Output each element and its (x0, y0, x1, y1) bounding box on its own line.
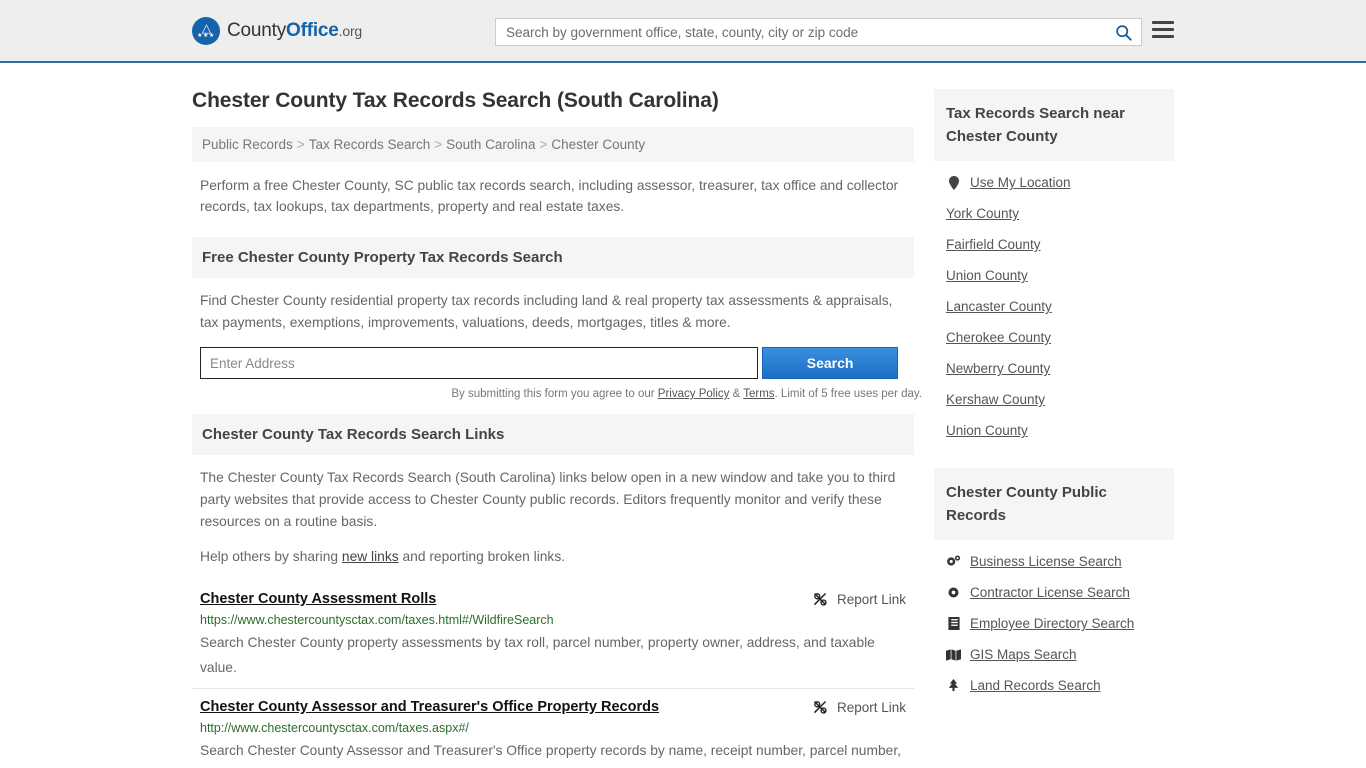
sidebar-link-label: Cherokee County (946, 330, 1052, 345)
gear-icon (946, 586, 961, 599)
sidebar-public-records-links: Business License Search Contractor Licen… (934, 540, 1174, 701)
result-url: http://www.chestercountysctax.com/taxes.… (200, 721, 469, 735)
breadcrumb-item-public-records[interactable]: Public Records (202, 137, 293, 152)
breadcrumb-separator: > (296, 137, 305, 152)
search-input[interactable] (496, 19, 1105, 45)
property-search-body: Find Chester County residential property… (192, 278, 922, 400)
intro-paragraph: Perform a free Chester County, SC public… (200, 178, 899, 214)
links-section-paragraph: The Chester County Tax Records Search (S… (200, 470, 896, 529)
breadcrumb-separator: > (434, 137, 443, 152)
sidebar-link-label: Contractor License Search (970, 585, 1130, 600)
report-link-label: Report Link (836, 592, 906, 607)
page-container: Chester County Tax Records Search (South… (0, 63, 1366, 768)
result-title-link[interactable]: Chester County Assessor and Treasurer's … (200, 699, 659, 715)
help-post: and reporting broken links. (398, 549, 566, 564)
breadcrumb-item-chester-county[interactable]: Chester County (551, 137, 645, 152)
terms-link[interactable]: Terms (743, 388, 774, 400)
result-title-link[interactable]: Chester County Assessment Rolls (200, 591, 436, 607)
sidebar-link-land-records-search[interactable]: Land Records Search (934, 670, 1174, 701)
address-search-form: Search (200, 347, 906, 379)
sidebar-link-label: Union County (946, 268, 1028, 283)
result-item: Chester County Assessment Rolls Report L… (192, 581, 914, 689)
sidebar-link-lancaster-county[interactable]: Lancaster County (934, 291, 1174, 322)
search-submit-button[interactable] (1105, 19, 1141, 45)
form-disclaimer: By submitting this form you agree to our… (200, 379, 922, 400)
result-description: Search Chester County Assessor and Treas… (200, 743, 901, 758)
report-link-button[interactable]: Report Link (813, 699, 906, 715)
map-icon (946, 648, 961, 661)
sidebar: Tax Records Search near Chester County U… (934, 63, 1174, 768)
hamburger-bar (1152, 28, 1174, 31)
address-search-button[interactable]: Search (762, 347, 898, 379)
hamburger-bar (1152, 21, 1174, 24)
links-section-heading: Chester County Tax Records Search Links (192, 414, 914, 455)
sidebar-link-use-my-location[interactable]: Use My Location (934, 167, 1174, 198)
sidebar-link-label: Union County (946, 423, 1028, 438)
new-links-link[interactable]: new links (342, 549, 399, 564)
gears-icon (946, 555, 961, 568)
breadcrumb-separator: > (539, 137, 548, 152)
logo-text-office: Office (286, 19, 339, 41)
links-section-body: The Chester County Tax Records Search (S… (192, 455, 914, 568)
hamburger-bar (1152, 35, 1174, 38)
breadcrumb: Public Records > Tax Records Search > South … (192, 127, 914, 162)
address-input[interactable] (200, 347, 759, 379)
header-search-bar[interactable] (495, 18, 1142, 46)
breadcrumb-item-tax-records-search[interactable]: Tax Records Search (309, 137, 431, 152)
privacy-policy-link[interactable]: Privacy Policy (658, 388, 730, 400)
help-pre: Help others by sharing (200, 549, 342, 564)
sidebar-link-union-county-2[interactable]: Union County (934, 415, 1174, 446)
sidebar-link-cherokee-county[interactable]: Cherokee County (934, 322, 1174, 353)
page-title: Chester County Tax Records Search (South… (192, 89, 719, 112)
logo-text: CountyOffice.org (227, 20, 362, 42)
sidebar-link-newberry-county[interactable]: Newberry County (934, 353, 1174, 384)
sidebar-link-gis-maps-search[interactable]: GIS Maps Search (934, 639, 1174, 670)
book-icon (946, 617, 961, 630)
sidebar-link-kershaw-county[interactable]: Kershaw County (934, 384, 1174, 415)
sidebar-link-label: Fairfield County (946, 237, 1041, 252)
broken-link-icon (814, 701, 827, 714)
sidebar-near-heading: Tax Records Search near Chester County (934, 89, 1174, 161)
result-url: https://www.chestercountysctax.com/taxes… (200, 613, 554, 627)
sidebar-link-contractor-license-search[interactable]: Contractor License Search (934, 577, 1174, 608)
sidebar-link-fairfield-county[interactable]: Fairfield County (934, 229, 1174, 260)
sidebar-link-label: Kershaw County (946, 392, 1046, 407)
disclaimer-amp: & (729, 388, 744, 400)
sidebar-link-label: York County (946, 206, 1020, 221)
sidebar-link-label: Use My Location (970, 175, 1071, 190)
links-section-help: Help others by sharing new links and rep… (200, 546, 906, 568)
report-link-button[interactable]: Report Link (813, 591, 906, 607)
sidebar-link-label: Business License Search (970, 554, 1122, 569)
hamburger-menu-icon[interactable] (1152, 21, 1174, 38)
sidebar-link-union-county[interactable]: Union County (934, 260, 1174, 291)
sidebar-link-business-license-search[interactable]: Business License Search (934, 546, 1174, 577)
disclaimer-pre: By submitting this form you agree to our (451, 388, 658, 400)
sidebar-link-employee-directory-search[interactable]: Employee Directory Search (934, 608, 1174, 639)
broken-link-icon (814, 593, 827, 606)
search-icon (1115, 24, 1132, 41)
disclaimer-post: . Limit of 5 free uses per day. (774, 388, 922, 400)
sidebar-link-york-county[interactable]: York County (934, 198, 1174, 229)
sidebar-link-label: GIS Maps Search (970, 647, 1077, 662)
breadcrumb-item-south-carolina[interactable]: South Carolina (446, 137, 535, 152)
map-pin-icon (946, 175, 961, 190)
main-column: Chester County Tax Records Search (South… (192, 63, 922, 768)
sidebar-near-links: Use My Location York County Fairfield Co… (934, 161, 1174, 446)
property-search-description: Find Chester County residential property… (200, 293, 893, 330)
site-logo[interactable]: △ ★★★ CountyOffice.org (192, 16, 362, 45)
report-link-label: Report Link (836, 700, 906, 715)
site-header: △ ★★★ CountyOffice.org (0, 0, 1366, 63)
sidebar-link-label: Newberry County (946, 361, 1051, 376)
sidebar-link-label: Land Records Search (970, 678, 1101, 693)
logo-text-org: .org (338, 22, 363, 39)
result-item: Chester County Assessor and Treasurer's … (192, 689, 914, 768)
result-description: Search Chester County property assessmen… (200, 635, 875, 675)
tree-icon (946, 679, 961, 692)
eagle-shield-icon: △ ★★★ (192, 16, 220, 45)
property-search-heading: Free Chester County Property Tax Records… (192, 237, 914, 278)
sidebar-link-label: Employee Directory Search (970, 616, 1135, 631)
sidebar-public-records-heading: Chester County Public Records (934, 468, 1174, 540)
logo-text-county: County (227, 19, 287, 41)
sidebar-link-label: Lancaster County (946, 299, 1052, 314)
